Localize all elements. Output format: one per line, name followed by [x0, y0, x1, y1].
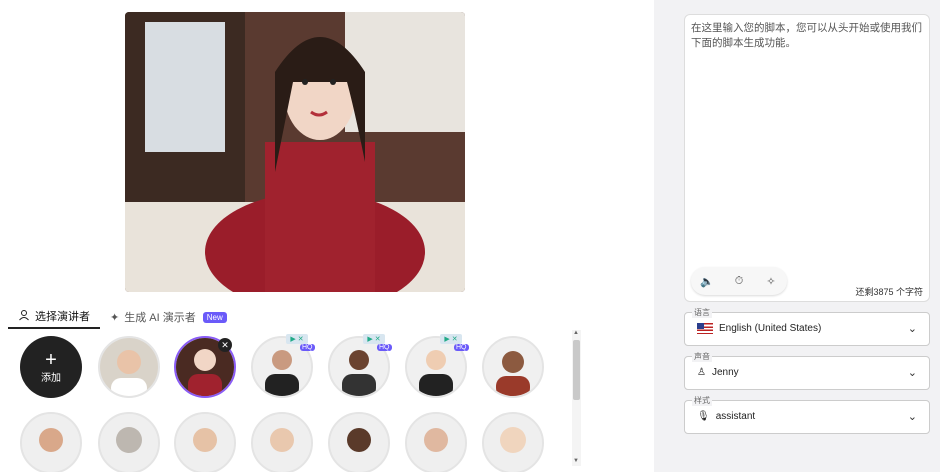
left-panel: 选择演讲者 ✦ 生成 AI 演示者 New + 添加 ✕ ▶ ✕ HQ ▶ ✕ …: [0, 0, 654, 472]
sparkle-off-icon[interactable]: ✧: [761, 275, 781, 288]
tab-generate-ai-presenter[interactable]: ✦ 生成 AI 演示者 New: [100, 305, 237, 329]
voice-value-row: ♙ Jenny: [697, 367, 739, 378]
presenter-avatar[interactable]: [405, 412, 467, 472]
presenter-grid: + 添加 ✕ ▶ ✕ HQ ▶ ✕ HQ ▶ ✕ HQ: [18, 334, 558, 472]
grid-scrollbar[interactable]: ▲ ▼: [572, 330, 581, 466]
language-value-row: English (United States): [697, 323, 821, 334]
preview-play-icon[interactable]: ▶ ✕: [363, 334, 385, 344]
voice-label: 声音: [692, 351, 712, 362]
plus-icon: +: [45, 348, 57, 371]
style-label: 样式: [692, 395, 712, 406]
person-icon: ♙: [697, 367, 706, 378]
tab-select-presenter-label: 选择演讲者: [35, 311, 90, 323]
language-value: English (United States): [719, 323, 822, 334]
hq-badge: HQ: [377, 344, 392, 351]
add-presenter-button[interactable]: + 添加: [20, 336, 82, 398]
user-icon: [18, 309, 30, 324]
new-badge: New: [202, 311, 227, 323]
chevron-down-icon[interactable]: ⌄: [908, 366, 917, 379]
remove-presenter-icon[interactable]: ✕: [218, 338, 232, 352]
speaker-icon[interactable]: 🔈: [697, 275, 717, 288]
style-select[interactable]: 🎙 assistant ⌄: [684, 400, 930, 434]
app-window: 选择演讲者 ✦ 生成 AI 演示者 New + 添加 ✕ ▶ ✕ HQ ▶ ✕ …: [0, 0, 940, 472]
presenter-avatar[interactable]: [328, 412, 390, 472]
script-editor[interactable]: 在这里输入您的脚本，您可以从头开始或使用我们下面的脚本生成功能。 🔈 ⏱ ✧ 还…: [684, 14, 930, 302]
scrollbar-thumb[interactable]: [573, 340, 580, 400]
hq-badge: HQ: [300, 344, 315, 351]
presenter-preview: [125, 12, 465, 292]
chevron-down-icon[interactable]: ⌄: [908, 410, 917, 423]
presenter-avatar[interactable]: [251, 412, 313, 472]
preview-play-icon[interactable]: ▶ ✕: [440, 334, 462, 344]
chevron-down-icon[interactable]: ⌄: [908, 322, 917, 335]
scroll-down-icon[interactable]: ▼: [573, 458, 579, 464]
style-value-row: 🎙 assistant: [697, 411, 755, 422]
language-select[interactable]: English (United States) ⌄: [684, 312, 930, 346]
language-label: 语言: [692, 307, 712, 318]
us-flag-icon: [697, 323, 713, 334]
style-value: assistant: [715, 411, 756, 422]
voice-value: Jenny: [711, 367, 739, 378]
add-label: 添加: [41, 372, 61, 384]
tab-generate-ai-label: 生成 AI 演示者: [124, 312, 196, 324]
presenter-avatar[interactable]: [20, 412, 82, 472]
presenter-tabs: 选择演讲者 ✦ 生成 AI 演示者 New: [8, 304, 237, 330]
scroll-up-icon[interactable]: ▲: [573, 330, 579, 336]
sparkle-icon: ✦: [110, 311, 120, 324]
preview-play-icon[interactable]: ▶ ✕: [286, 334, 308, 344]
timer-icon[interactable]: ⏱: [729, 275, 749, 288]
microphone-icon: 🎙: [697, 411, 710, 422]
script-toolbar: 🔈 ⏱ ✧: [691, 267, 787, 295]
presenter-avatar[interactable]: [482, 412, 544, 472]
presenter-avatar[interactable]: [98, 412, 160, 472]
hq-badge: HQ: [454, 344, 469, 351]
presenter-avatar[interactable]: [98, 336, 160, 398]
voice-select[interactable]: ♙ Jenny ⌄: [684, 356, 930, 390]
tab-select-presenter[interactable]: 选择演讲者: [8, 305, 100, 329]
presenter-avatar[interactable]: [482, 336, 544, 398]
script-placeholder[interactable]: 在这里输入您的脚本，您可以从头开始或使用我们下面的脚本生成功能。: [691, 21, 927, 51]
presenter-avatar[interactable]: [174, 412, 236, 472]
character-counter: 还剩3875 个字符: [855, 287, 923, 297]
